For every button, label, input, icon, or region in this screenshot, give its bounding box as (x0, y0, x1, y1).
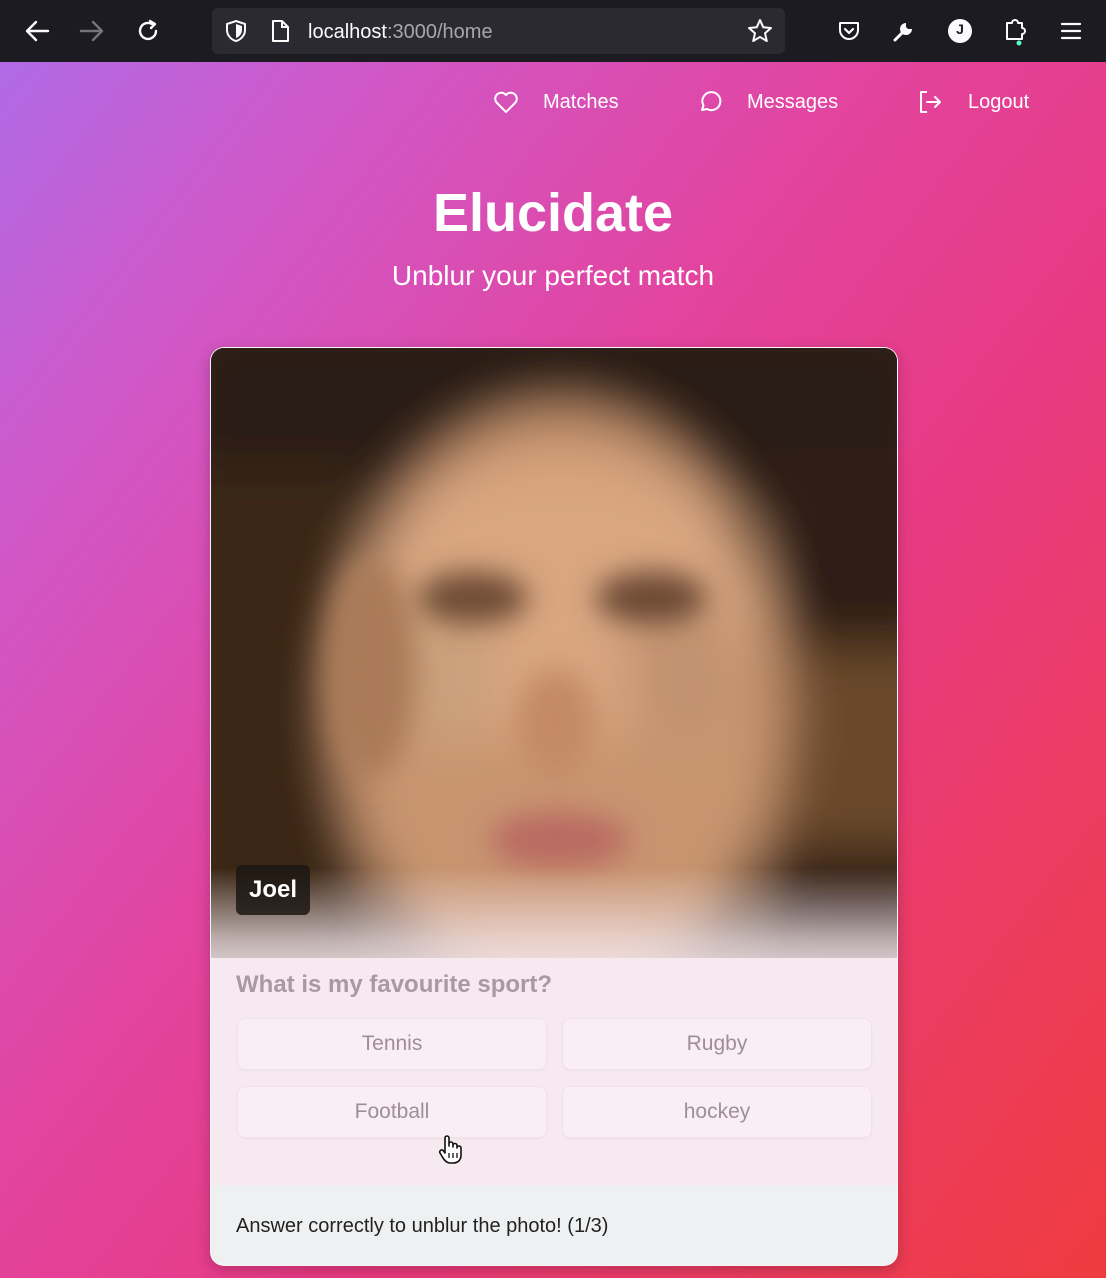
answer-button-football[interactable]: Football (237, 1086, 547, 1138)
profile-card: Joel What is my favourite sport? Tennis … (210, 347, 898, 1266)
quiz-question: What is my favourite sport? (236, 971, 553, 998)
browser-toolbar: localhost:3000/home J (0, 0, 1106, 62)
nav-matches[interactable]: Matches (493, 90, 619, 114)
blurred-profile-photo (211, 348, 897, 958)
profile-avatar[interactable]: J (944, 15, 976, 47)
nav-logout[interactable]: Logout (918, 90, 1029, 114)
pocket-icon[interactable] (833, 15, 865, 47)
reload-icon[interactable] (132, 15, 164, 47)
hand-pointer-cursor-icon (438, 1134, 464, 1171)
nav-messages[interactable]: Messages (697, 90, 838, 114)
address-bar[interactable]: localhost:3000/home (212, 8, 785, 54)
page-subtitle: Unblur your perfect match (391, 260, 715, 291)
forward-arrow-icon[interactable] (76, 15, 108, 47)
url-path: :3000/home (386, 21, 493, 43)
nav-messages-label: Messages (747, 90, 839, 113)
chat-bubble-icon (701, 91, 722, 112)
heart-icon (494, 91, 518, 113)
back-arrow-icon[interactable] (21, 15, 53, 47)
extensions-icon[interactable] (999, 15, 1031, 47)
menu-icon[interactable] (1055, 15, 1087, 47)
page-icon[interactable] (270, 19, 290, 48)
answer-button-tennis[interactable]: Tennis (237, 1018, 547, 1070)
top-navigation: Matches Messages Logout (0, 90, 1106, 120)
profile-name-badge: Joel (236, 865, 311, 915)
url-host: localhost (308, 21, 387, 43)
photo-fade-overlay (211, 868, 897, 988)
url-text[interactable]: localhost:3000/home (308, 21, 493, 44)
profile-initial: J (956, 21, 964, 37)
quiz-status: Answer correctly to unblur the photo! (1… (211, 1185, 897, 1265)
page-title: Elucidate (432, 183, 674, 243)
bookmark-star-icon[interactable] (747, 18, 773, 49)
answer-button-hockey[interactable]: hockey (562, 1086, 872, 1138)
wrench-icon[interactable] (888, 15, 920, 47)
quiz-status-text: Answer correctly to unblur the photo! (1… (236, 1214, 609, 1237)
shield-icon[interactable] (224, 19, 248, 48)
nav-matches-label: Matches (543, 90, 619, 113)
logout-icon (920, 91, 941, 113)
page-background: Matches Messages Logout Elucidate Unblur… (0, 62, 1106, 1278)
nav-logout-label: Logout (968, 90, 1030, 113)
answer-button-rugby[interactable]: Rugby (562, 1018, 872, 1070)
